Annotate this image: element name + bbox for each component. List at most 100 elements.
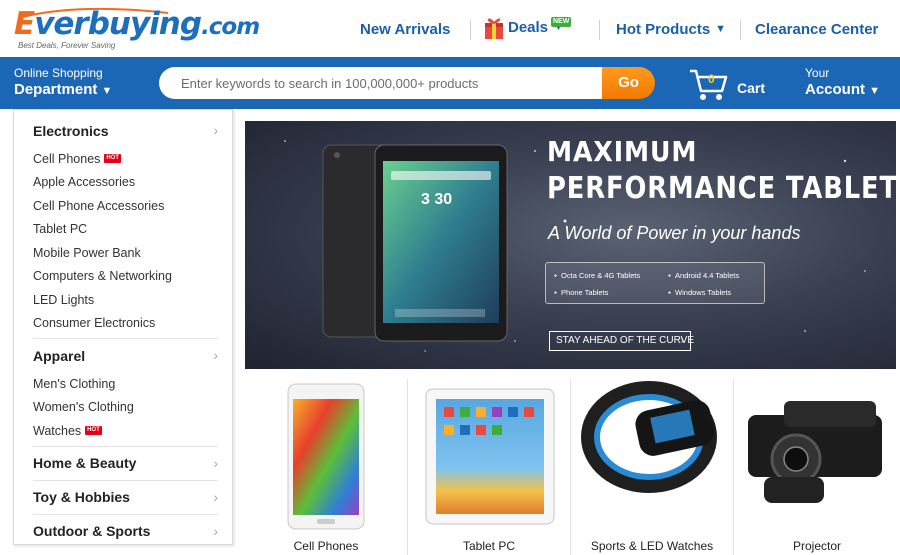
- logo-word: verbuying: [34, 6, 202, 42]
- category-electronics: Electronics › Cell Phones HOT Apple Access…: [14, 114, 232, 335]
- category-apparel: Apparel › Men's Clothing Women's Clothing…: [14, 339, 232, 443]
- hot-badge: HOT: [104, 154, 122, 164]
- nav-new-arrivals-label: New Arrivals: [360, 20, 451, 38]
- stay-ahead-button[interactable]: STAY AHEAD OF THE CURVE ›: [549, 331, 694, 351]
- tile-sports-led-watches[interactable]: Sports & LED Watches: [571, 379, 733, 555]
- nav-hot-products-label: Hot Products: [616, 20, 711, 38]
- category-menu: Electronics › Cell Phones HOT Apple Access…: [13, 109, 233, 545]
- new-badge: NEW: [551, 17, 572, 27]
- category-toy-hobbies: Toy & Hobbies ›: [14, 481, 232, 514]
- category-heading-apparel[interactable]: Apparel ›: [33, 339, 232, 372]
- tile-projector[interactable]: Projector: [734, 379, 900, 555]
- tablet-image: [425, 388, 555, 525]
- menu-item-cell-phones[interactable]: Cell Phones HOT: [33, 147, 232, 171]
- menu-item-apple-accessories[interactable]: Apple Accessories: [33, 171, 232, 195]
- tile-label: Cell Phones: [293, 539, 359, 553]
- top-header: Everbuying.com Best Deals, Forever Savin…: [0, 0, 900, 56]
- feature-list: Octa Core & 4G Tablets Android 4.4 Table…: [545, 262, 765, 304]
- search-go-button[interactable]: Go: [602, 67, 655, 99]
- search-input[interactable]: [159, 67, 603, 99]
- menu-item-led-lights[interactable]: LED Lights: [33, 288, 232, 312]
- department-caption: Online Shopping: [14, 66, 103, 80]
- nav-new-arrivals[interactable]: New Arrivals: [360, 18, 450, 40]
- chevron-down-icon: ▼: [869, 85, 881, 97]
- cart-count: 0: [708, 72, 715, 86]
- chevron-right-icon: ›: [213, 454, 218, 471]
- menu-item-cell-phone-accessories[interactable]: Cell Phone Accessories: [33, 194, 232, 218]
- account-dropdown[interactable]: Your Account ▼: [805, 66, 880, 101]
- menu-item-label: LED Lights: [33, 292, 95, 307]
- category-title: Electronics: [33, 122, 109, 139]
- logo-letter-e: E: [14, 6, 35, 42]
- feature-item: Phone Tablets: [554, 288, 608, 297]
- chevron-right-icon: ›: [213, 347, 218, 363]
- category-title: Toy & Hobbies: [33, 489, 130, 505]
- nav-divider: [470, 20, 471, 40]
- chevron-right-icon: ›: [213, 122, 218, 138]
- category-heading-toy-hobbies[interactable]: Toy & Hobbies ›: [33, 481, 232, 514]
- logo-tagline: Best Deals, Forever Saving: [18, 41, 116, 50]
- feature-item: Windows Tablets: [668, 288, 731, 297]
- nav-clearance-label: Clearance Center: [755, 20, 879, 38]
- tile-cell-phones[interactable]: Cell Phones: [245, 379, 407, 555]
- menu-item-computers-networking[interactable]: Computers & Networking: [33, 265, 232, 289]
- nav-deals-label: Deals: [508, 18, 549, 36]
- everbuying-logo[interactable]: Everbuying.com Best Deals, Forever Savin…: [14, 4, 264, 52]
- category-title: Home & Beauty: [33, 455, 137, 471]
- hero-banner[interactable]: 3 30 MAXIMUM PERFORMANCE TABLETS A World…: [245, 121, 896, 369]
- tile-label: Tablet PC: [462, 539, 516, 553]
- menu-item-label: Tablet PC: [33, 222, 88, 237]
- department-label: Department: [14, 81, 98, 98]
- account-caption: Your: [805, 66, 830, 80]
- menu-item-label: Men's Clothing: [33, 376, 116, 391]
- menu-item-label: Apple Accessories: [33, 175, 136, 190]
- feature-item: Android 4.4 Tablets: [668, 271, 739, 280]
- logo-tld: .com: [201, 14, 260, 40]
- category-heading-home-beauty[interactable]: Home & Beauty ›: [33, 447, 232, 480]
- cart-label: Cart: [737, 80, 766, 96]
- nav-hot-products[interactable]: Hot Products ▼: [616, 18, 726, 40]
- category-outdoor-sports: Outdoor & Sports ›: [14, 515, 232, 548]
- nav-divider: [740, 20, 741, 40]
- cart-button[interactable]: 0 Cart: [688, 67, 778, 103]
- nav-divider: [599, 20, 600, 40]
- menu-item-label: Consumer Electronics: [33, 316, 156, 331]
- tablet-clock: 3 30: [421, 191, 453, 208]
- tile-label: Projector: [792, 539, 842, 553]
- menu-item-mobile-power-bank[interactable]: Mobile Power Bank: [33, 241, 232, 265]
- chevron-down-icon: ▼: [101, 85, 113, 97]
- nav-clearance-center[interactable]: Clearance Center: [755, 18, 878, 40]
- hero-subtitle: A World of Power in your hands: [548, 223, 801, 243]
- menu-item-label: Mobile Power Bank: [33, 245, 141, 260]
- menu-item-label: Cell Phone Accessories: [33, 198, 165, 213]
- chevron-down-icon: ▼: [715, 23, 727, 35]
- category-heading-outdoor-sports[interactable]: Outdoor & Sports ›: [33, 515, 232, 548]
- menu-item-womens-clothing[interactable]: Women's Clothing: [33, 396, 232, 420]
- category-home-beauty: Home & Beauty ›: [14, 447, 232, 480]
- projector-image: [748, 401, 882, 503]
- menu-item-label: Watches: [33, 423, 82, 438]
- cta-label: STAY AHEAD OF THE CURVE: [556, 335, 694, 346]
- account-label: Account: [805, 81, 865, 98]
- menu-item-label: Computers & Networking: [33, 269, 172, 284]
- feature-item: Octa Core & 4G Tablets: [554, 271, 640, 280]
- hero-title-line1: MAXIMUM: [547, 135, 698, 168]
- menu-item-label: Women's Clothing: [33, 400, 134, 415]
- chevron-right-icon: ›: [680, 335, 684, 346]
- category-title: Apparel: [33, 347, 86, 364]
- menu-item-mens-clothing[interactable]: Men's Clothing: [33, 372, 232, 396]
- menu-item-watches[interactable]: Watches HOT: [33, 419, 232, 443]
- menu-item-tablet-pc[interactable]: Tablet PC: [33, 218, 232, 242]
- department-title: Department ▼: [14, 80, 112, 101]
- category-title: Outdoor & Sports: [33, 523, 151, 539]
- gift-bag-icon: [485, 18, 503, 39]
- tile-tablet-pc[interactable]: Tablet PC: [408, 379, 570, 555]
- department-dropdown[interactable]: Online Shopping Department ▼: [14, 66, 112, 101]
- account-title: Account ▼: [805, 80, 880, 101]
- menu-item-consumer-electronics[interactable]: Consumer Electronics: [33, 312, 232, 336]
- hot-badge: HOT: [85, 426, 102, 436]
- category-heading-electronics[interactable]: Electronics ›: [33, 114, 232, 147]
- chevron-right-icon: ›: [213, 488, 218, 505]
- hero-title-line2: PERFORMANCE TABLETS: [547, 171, 896, 206]
- watch-image: [581, 381, 717, 493]
